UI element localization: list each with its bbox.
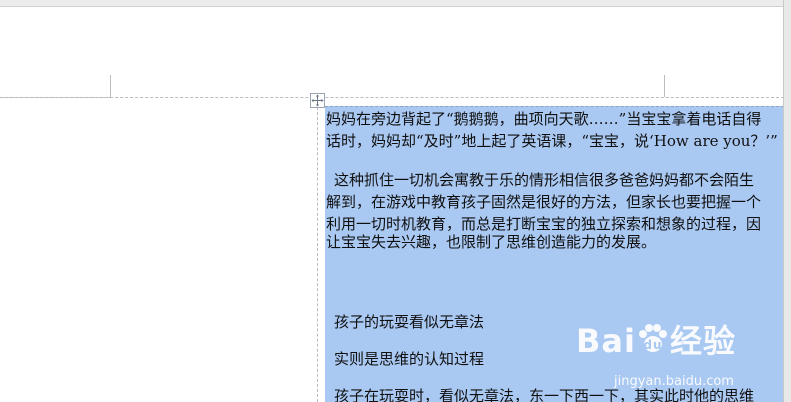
table-move-handle-icon[interactable] bbox=[310, 93, 325, 108]
paragraph-line: 解到，在游戏中教育孩子固然是很好的方法，但家长也要把握一个 bbox=[326, 193, 762, 211]
paragraph-line: 这种抓住一切机会寓教于乐的情形相信很多爸爸妈妈都不会陌生 bbox=[334, 171, 755, 189]
top-ruler-edge bbox=[0, 0, 784, 7]
table-left-gridline bbox=[317, 97, 318, 402]
paw-icon: du bbox=[638, 324, 667, 352]
margin-mark-left bbox=[110, 75, 111, 97]
svg-text:du: du bbox=[643, 338, 662, 352]
subheading-line: 实则是思维的认知过程 bbox=[334, 350, 485, 368]
subheading-line: 孩子的玩耍看似无章法 bbox=[334, 313, 485, 331]
paragraph-line: 妈妈在旁边背起了“鹅鹅鹅，曲项向天歌……”当宝宝拿着电话自得 bbox=[326, 110, 762, 128]
baidu-jingyan-watermark: Bai du 经验 jingyan.baidu.com bbox=[576, 316, 784, 402]
table-top-gridline bbox=[0, 97, 784, 98]
paragraph-line: 让宝宝失去兴趣，也限制了思维创造能力的发展。 bbox=[326, 233, 657, 251]
vertical-scrollbar[interactable] bbox=[783, 0, 791, 402]
watermark-brand: Bai du 经验 bbox=[576, 322, 736, 360]
margin-mark-right bbox=[664, 75, 665, 97]
paragraph-line: 话时，妈妈却“及时”地上起了英语课，“宝宝，说‘How are you？’” bbox=[326, 132, 778, 150]
watermark-url: jingyan.baidu.com bbox=[614, 374, 734, 389]
document-canvas[interactable]: 妈妈在旁边背起了“鹅鹅鹅，曲项向天歌……”当宝宝拿着电话自得 话时，妈妈却“及时… bbox=[0, 0, 784, 402]
